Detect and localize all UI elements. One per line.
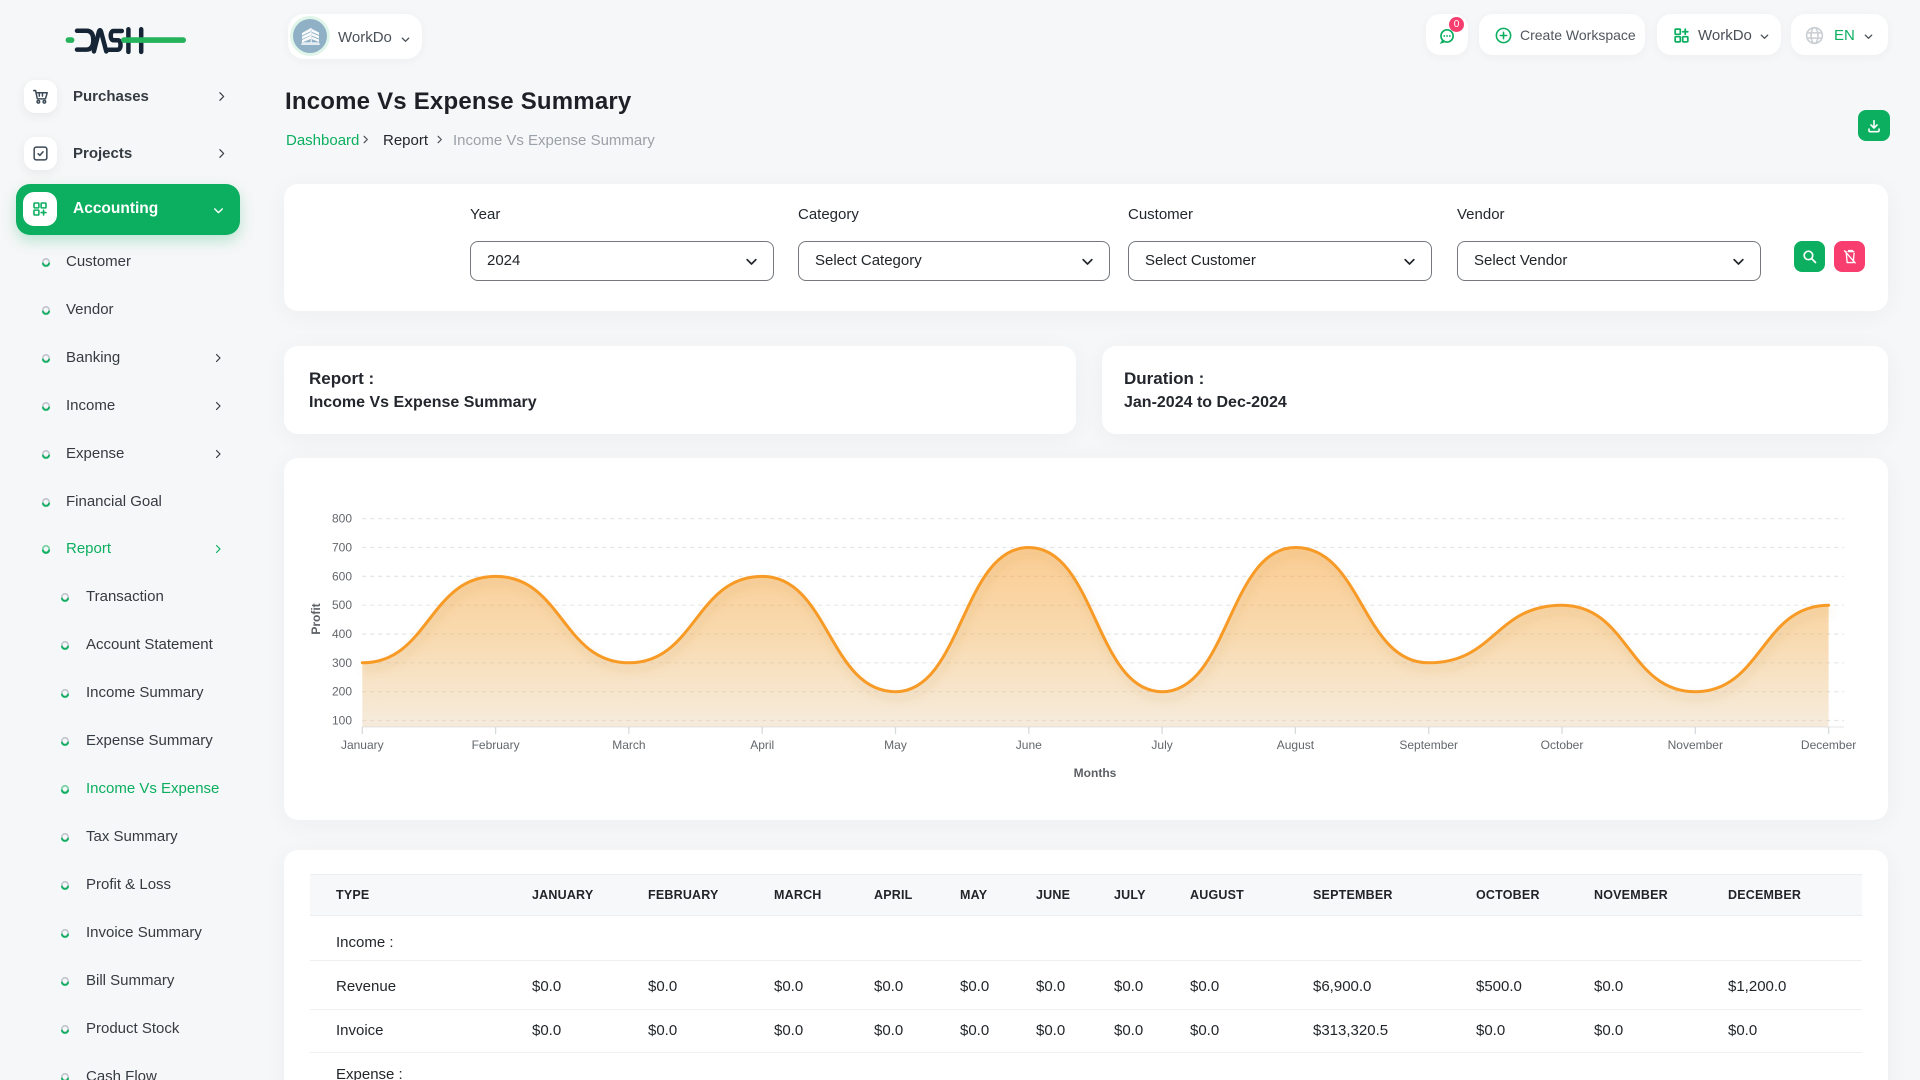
svg-text:600: 600 xyxy=(332,569,352,583)
svg-text:Profit: Profit xyxy=(309,603,323,634)
svg-text:March: March xyxy=(612,738,645,752)
svg-text:September: September xyxy=(1399,738,1458,752)
svg-text:200: 200 xyxy=(332,685,352,699)
svg-text:January: January xyxy=(341,738,384,752)
svg-text:July: July xyxy=(1151,738,1172,752)
svg-text:August: August xyxy=(1277,738,1315,752)
svg-text:November: November xyxy=(1668,738,1723,752)
svg-text:800: 800 xyxy=(332,512,352,526)
svg-text:May: May xyxy=(884,738,907,752)
svg-text:500: 500 xyxy=(332,598,352,612)
svg-text:February: February xyxy=(472,738,520,752)
svg-text:700: 700 xyxy=(332,541,352,555)
svg-text:400: 400 xyxy=(332,627,352,641)
svg-text:300: 300 xyxy=(332,656,352,670)
svg-text:April: April xyxy=(750,738,774,752)
svg-text:Months: Months xyxy=(1074,766,1117,780)
svg-text:June: June xyxy=(1016,738,1042,752)
svg-text:December: December xyxy=(1801,738,1856,752)
svg-text:100: 100 xyxy=(332,714,352,728)
svg-text:October: October xyxy=(1541,738,1584,752)
